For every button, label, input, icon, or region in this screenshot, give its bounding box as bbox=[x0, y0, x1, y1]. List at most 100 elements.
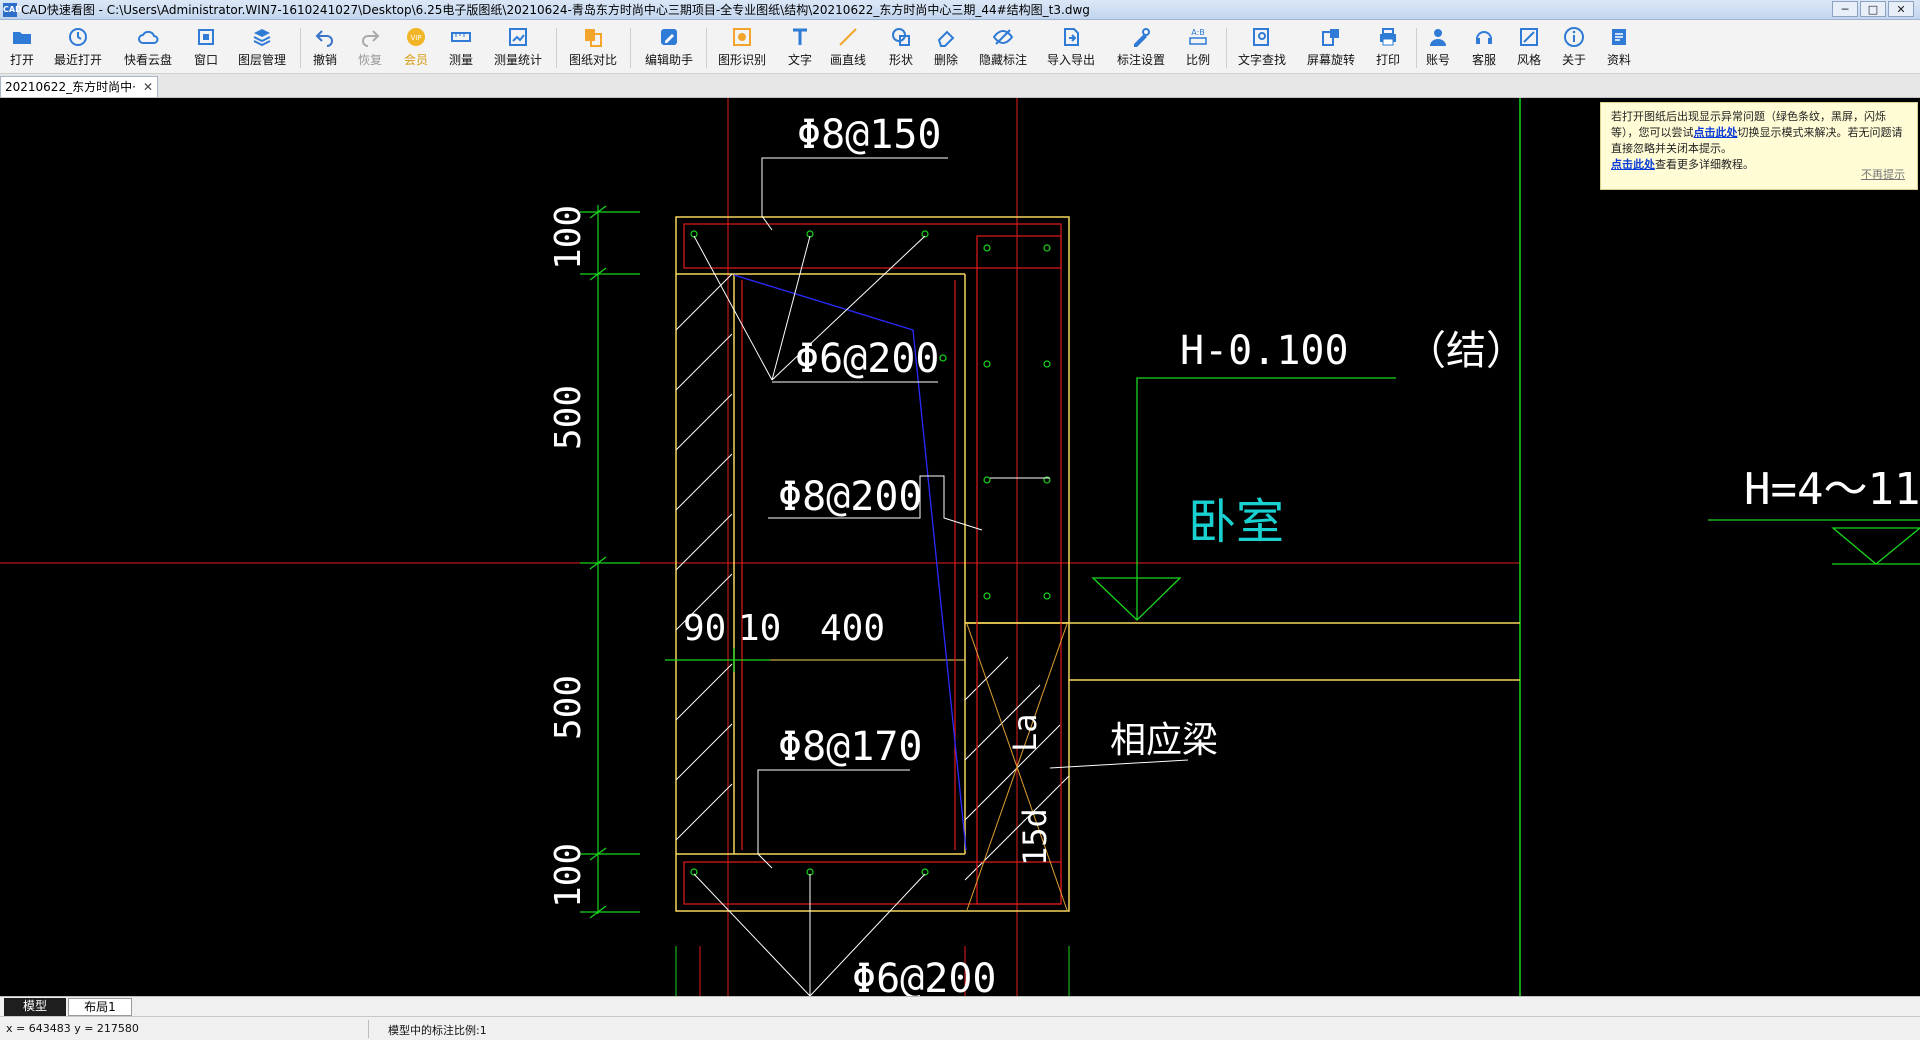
hide-eye-icon bbox=[992, 26, 1014, 48]
redo-button[interactable]: 恢复 bbox=[358, 26, 382, 72]
hide-mark-button[interactable]: 隐藏标注 bbox=[979, 26, 1027, 72]
vip-icon: VIP bbox=[405, 26, 427, 48]
tab-layout1[interactable]: 布局1 bbox=[68, 998, 132, 1016]
window-controls: ─ □ ✕ bbox=[1832, 1, 1914, 17]
recent-button[interactable]: 最近打开 bbox=[54, 26, 102, 72]
mark-settings-icon bbox=[1130, 26, 1152, 48]
style-button[interactable]: 风格 bbox=[1517, 26, 1541, 72]
label-beam-note: 相应梁 bbox=[1110, 720, 1218, 761]
user-icon bbox=[1427, 26, 1449, 48]
label-lower-rebar: Φ8@170 bbox=[778, 724, 923, 770]
left-dimension-chain bbox=[580, 205, 640, 919]
label-right-elevation: H=4～11 bbox=[1744, 464, 1920, 515]
about-button[interactable]: 关于 bbox=[1562, 26, 1586, 72]
rebar-dots bbox=[690, 230, 1051, 876]
label-middle-rebar: Φ8@200 bbox=[778, 474, 923, 520]
label-top-rebar: Φ8@150 bbox=[797, 112, 942, 158]
line-button[interactable]: 画直线 bbox=[830, 26, 866, 72]
window-icon bbox=[195, 26, 217, 48]
layers-icon bbox=[251, 26, 273, 48]
label-room: 卧室 bbox=[1188, 494, 1284, 550]
service-button[interactable]: 客服 bbox=[1472, 26, 1496, 72]
layers-button[interactable]: 图层管理 bbox=[238, 26, 286, 72]
layout-tab-bar: 模型 布局1 bbox=[0, 996, 1920, 1016]
headset-icon bbox=[1473, 26, 1495, 48]
edit-helper-icon bbox=[658, 26, 680, 48]
rotate-icon bbox=[1320, 26, 1342, 48]
dismiss-notice-link[interactable]: 不再提示 bbox=[1861, 167, 1905, 183]
wall-section-outline bbox=[675, 216, 1520, 912]
window-button[interactable]: 窗口 bbox=[194, 26, 218, 72]
measure-button[interactable]: 测量 bbox=[449, 26, 473, 72]
undo-icon bbox=[314, 26, 336, 48]
text-search-button[interactable]: 文字查找 bbox=[1238, 26, 1286, 72]
shape-recog-icon bbox=[731, 26, 753, 48]
printer-icon bbox=[1377, 26, 1399, 48]
status-separator bbox=[368, 1020, 369, 1038]
dim-500-upper: 500 bbox=[548, 385, 589, 450]
search-icon bbox=[1251, 26, 1273, 48]
toolbar-separator bbox=[630, 28, 631, 68]
dim-10: 10 bbox=[738, 608, 781, 649]
annotation-scale: 模型中的标注比例:1 bbox=[388, 1024, 487, 1037]
label-bottom-stirrup: Φ6@200 bbox=[852, 956, 997, 996]
shape-button[interactable]: 形状 bbox=[889, 26, 913, 72]
info-icon bbox=[1563, 26, 1585, 48]
resources-button[interactable]: 资料 bbox=[1607, 26, 1631, 72]
scale-button[interactable]: A:B 比例 bbox=[1186, 26, 1210, 72]
import-export-button[interactable]: 导入导出 bbox=[1047, 26, 1095, 72]
status-bar: x = 643483 y = 217580 模型中的标注比例:1 bbox=[0, 1016, 1920, 1040]
close-button[interactable]: ✕ bbox=[1888, 1, 1914, 17]
main-toolbar: 打开 最近打开 快看云盘 窗口 图层管理 撤销 恢复 VIP 会员 测量 测量统… bbox=[0, 20, 1920, 74]
tutorial-link[interactable]: 点击此处 bbox=[1611, 158, 1655, 171]
open-button[interactable]: 打开 bbox=[10, 26, 34, 72]
cloud-button[interactable]: 快看云盘 bbox=[124, 26, 172, 72]
tab-model[interactable]: 模型 bbox=[4, 998, 66, 1016]
display-mode-notice: 若打开图纸后出现显示异常问题（绿色条纹，黑屏，闪烁等），您可以尝试点击此处切换显… bbox=[1600, 102, 1918, 190]
scale-icon: A:B bbox=[1187, 26, 1209, 48]
title-bar: CAD CAD快速看图 - C:\Users\Administrator.WIN… bbox=[0, 0, 1920, 20]
account-button[interactable]: 账号 bbox=[1426, 26, 1450, 72]
maximize-button[interactable]: □ bbox=[1860, 1, 1886, 17]
compare-button[interactable]: 图纸对比 bbox=[569, 26, 617, 72]
dim-100-top: 100 bbox=[548, 205, 589, 270]
shape-icon bbox=[890, 26, 912, 48]
document-tab-label: 20210622_东方时尚中· bbox=[5, 80, 136, 94]
text-button[interactable]: 文字 bbox=[788, 26, 812, 72]
compare-icon bbox=[582, 26, 604, 48]
eraser-icon bbox=[935, 26, 957, 48]
label-struct-note: （结） bbox=[1406, 328, 1526, 374]
close-tab-icon[interactable]: ✕ bbox=[143, 77, 153, 97]
toolbar-separator bbox=[300, 28, 301, 68]
rotate-button[interactable]: 屏幕旋转 bbox=[1307, 26, 1355, 72]
cloud-icon bbox=[137, 26, 159, 48]
mark-settings-button[interactable]: 标注设置 bbox=[1117, 26, 1165, 72]
measure-stats-button[interactable]: 测量统计 bbox=[494, 26, 542, 72]
style-icon bbox=[1518, 26, 1540, 48]
folder-icon bbox=[11, 26, 33, 48]
redo-icon bbox=[359, 26, 381, 48]
import-export-icon bbox=[1060, 26, 1082, 48]
edit-helper-button[interactable]: 编辑助手 bbox=[645, 26, 693, 72]
cursor-coordinates: x = 643483 y = 217580 bbox=[6, 1022, 139, 1035]
vip-button[interactable]: VIP 会员 bbox=[404, 26, 428, 72]
line-icon bbox=[837, 26, 859, 48]
document-tab[interactable]: 20210622_东方时尚中· ✕ bbox=[0, 76, 158, 97]
print-button[interactable]: 打印 bbox=[1376, 26, 1400, 72]
label-stirrup: Φ6@200 bbox=[795, 336, 940, 382]
lap-la: La bbox=[1006, 713, 1044, 752]
drawing-canvas[interactable]: Φ8@150 Φ6@200 Φ8@200 Φ8@170 Φ6@200 H-0.1… bbox=[0, 98, 1920, 996]
shape-recog-button[interactable]: 图形识别 bbox=[718, 26, 766, 72]
dim-500-lower: 500 bbox=[548, 675, 589, 740]
toolbar-separator bbox=[1226, 28, 1227, 68]
minimize-button[interactable]: ─ bbox=[1832, 1, 1858, 17]
undo-button[interactable]: 撤销 bbox=[313, 26, 337, 72]
cad-drawing: Φ8@150 Φ6@200 Φ8@200 Φ8@170 Φ6@200 H-0.1… bbox=[0, 98, 1920, 996]
dim-100-bottom: 100 bbox=[548, 843, 589, 908]
window-title: CAD快速看图 - C:\Users\Administrator.WIN7-16… bbox=[21, 3, 1090, 17]
erase-button[interactable]: 删除 bbox=[934, 26, 958, 72]
document-tab-bar: 20210622_东方时尚中· ✕ bbox=[0, 74, 1920, 98]
toolbar-separator bbox=[556, 28, 557, 68]
dim-400: 400 bbox=[820, 608, 885, 649]
switch-display-link[interactable]: 点击此处 bbox=[1694, 126, 1738, 139]
